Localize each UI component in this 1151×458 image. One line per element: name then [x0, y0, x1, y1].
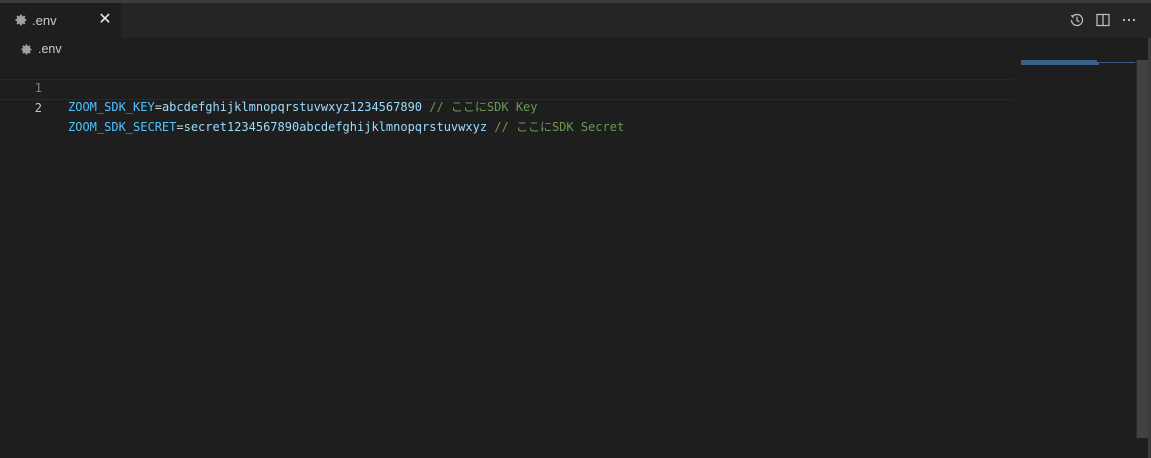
- split-editor-icon[interactable]: [1095, 12, 1111, 28]
- comment: // ここにSDK Secret: [487, 120, 625, 134]
- breadcrumb[interactable]: .env: [0, 38, 1136, 60]
- minimap-line: [1021, 63, 1099, 65]
- env-key: ZOOM_SDK_SECRET: [68, 120, 177, 134]
- line-content[interactable]: ZOOM_SDK_KEY=abcdefghijklmnopqrstuvwxyz1…: [68, 98, 538, 117]
- gear-icon: [21, 44, 32, 55]
- tab-env[interactable]: .env ✕: [0, 3, 121, 38]
- code-line[interactable]: 1 ZOOM_SDK_KEY=abcdefghijklmnopqrstuvwxy…: [0, 60, 1013, 114]
- code-editor[interactable]: 1 ZOOM_SDK_KEY=abcdefghijklmnopqrstuvwxy…: [0, 60, 1136, 458]
- equals-sign: =: [176, 120, 184, 134]
- env-key: ZOOM_SDK_KEY: [68, 100, 155, 114]
- gear-icon: [15, 14, 27, 26]
- line-number: 2: [34, 101, 42, 115]
- env-value: abcdefghijklmnopqrstuvwxyz1234567890: [161, 100, 423, 114]
- env-value: secret1234567890abcdefghijklmnopqrstuvwx…: [183, 120, 488, 134]
- breadcrumb-label: .env: [38, 42, 62, 56]
- equals-sign: =: [154, 100, 162, 114]
- line-content[interactable]: ZOOM_SDK_SECRET=secret1234567890abcdefgh…: [68, 118, 624, 137]
- editor-actions: [1069, 12, 1137, 28]
- tab-label: .env: [32, 13, 57, 28]
- comment: // ここにSDK Key: [422, 100, 538, 114]
- tab-bar: .env ✕: [0, 3, 1151, 38]
- close-icon[interactable]: ✕: [97, 12, 113, 28]
- minimap[interactable]: [1021, 60, 1135, 66]
- code-line-current[interactable]: 2 ZOOM_SDK_SECRET=secret1234567890abcdef…: [0, 79, 1013, 134]
- timeline-icon[interactable]: [1069, 12, 1085, 28]
- more-actions-icon[interactable]: [1121, 12, 1137, 28]
